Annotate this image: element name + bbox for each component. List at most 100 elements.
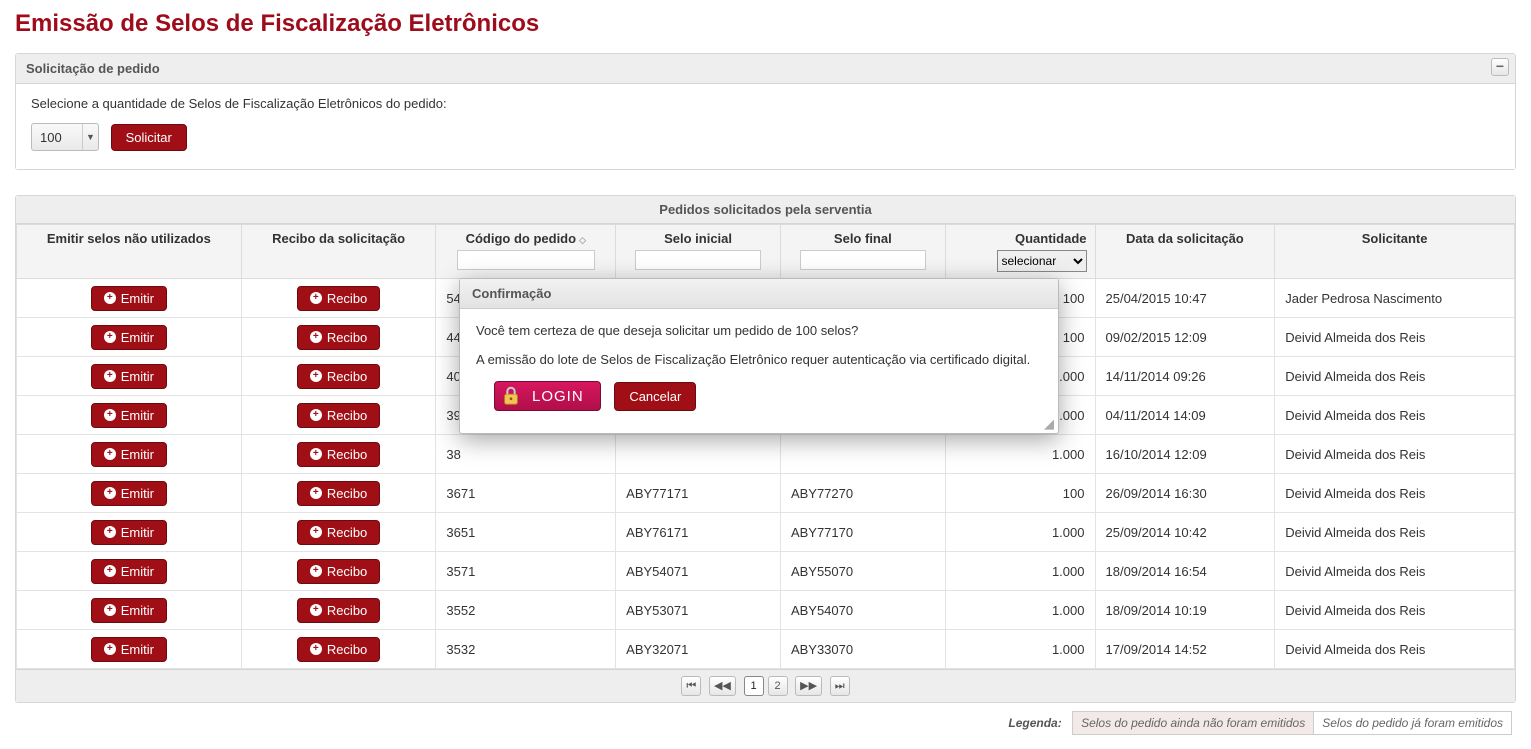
cell-solicitante: Jader Pedrosa Nascimento: [1275, 279, 1515, 318]
page-last-icon[interactable]: ⏭: [830, 676, 850, 696]
cell-codigo: 3532: [436, 630, 616, 669]
cell-data: 25/04/2015 10:47: [1095, 279, 1275, 318]
request-panel-title: Solicitação de pedido: [26, 61, 160, 76]
emitir-label: Emitir: [121, 291, 154, 306]
page-first-icon[interactable]: ⏮: [681, 676, 701, 696]
recibo-button[interactable]: + Recibo: [297, 637, 380, 662]
col-emitir: Emitir selos não utilizados: [17, 225, 242, 279]
cell-codigo: 3571: [436, 552, 616, 591]
login-button[interactable]: LOGIN: [494, 381, 601, 411]
collapse-icon[interactable]: −: [1491, 58, 1509, 76]
quantity-stepper[interactable]: 100 ▼: [31, 123, 99, 151]
legend-done: Selos do pedido já foram emitidos: [1313, 711, 1512, 735]
cell-data: 26/09/2014 16:30: [1095, 474, 1275, 513]
filter-codigo-input[interactable]: [457, 250, 595, 270]
emitir-button[interactable]: +Emitir: [91, 598, 167, 623]
cell-selo-inicial: ABY77171: [616, 474, 781, 513]
cell-data: 09/02/2015 12:09: [1095, 318, 1275, 357]
page-next-icon[interactable]: ▶▶: [795, 676, 822, 696]
emitir-button[interactable]: +Emitir: [91, 442, 167, 467]
col-selo-final: Selo final: [780, 225, 945, 279]
page-prev-icon[interactable]: ◀◀: [709, 676, 736, 696]
cell-codigo: 3651: [436, 513, 616, 552]
recibo-button[interactable]: +Recibo: [297, 442, 380, 467]
paginator: ⏮ ◀◀ 12 ▶▶ ⏭: [16, 669, 1515, 702]
legend-pending: Selos do pedido ainda não foram emitidos: [1072, 711, 1314, 735]
recibo-button[interactable]: +Recibo: [297, 598, 380, 623]
confirm-dialog: Confirmação Você tem certeza de que dese…: [459, 278, 1059, 434]
recibo-button[interactable]: + Recibo: [297, 364, 380, 389]
recibo-label: Recibo: [327, 564, 367, 579]
filter-selo-final-input[interactable]: [800, 250, 926, 270]
cell-data: 16/10/2014 12:09: [1095, 435, 1275, 474]
emitir-button[interactable]: +Emitir: [91, 325, 167, 350]
login-label: LOGIN: [532, 388, 584, 405]
cell-codigo: 38: [436, 435, 616, 474]
emitir-button[interactable]: +Emitir: [91, 520, 167, 545]
cell-selo-inicial: ABY76171: [616, 513, 781, 552]
filter-quantidade-select[interactable]: selecionar: [997, 250, 1087, 272]
plus-icon: +: [310, 448, 322, 460]
dialog-line2: A emissão do lote de Selos de Fiscalizaç…: [476, 352, 1042, 367]
col-data: Data da solicitação: [1095, 225, 1275, 279]
cell-quantidade: 1.000: [945, 435, 1095, 474]
cell-data: 17/09/2014 14:52: [1095, 630, 1275, 669]
legend: Legenda: Selos do pedido ainda não foram…: [15, 703, 1516, 739]
cell-solicitante: Deivid Almeida dos Reis: [1275, 552, 1515, 591]
plus-icon: +: [310, 643, 322, 655]
emitir-button[interactable]: +Emitir: [91, 559, 167, 584]
cell-solicitante: Deivid Almeida dos Reis: [1275, 396, 1515, 435]
cell-data: 18/09/2014 16:54: [1095, 552, 1275, 591]
emitir-button[interactable]: + Emitir: [91, 481, 167, 506]
emitir-label: Emitir: [121, 330, 154, 345]
plus-icon: +: [104, 487, 116, 499]
quantity-value: 100: [32, 130, 82, 145]
filter-selo-inicial-input[interactable]: [635, 250, 761, 270]
cancel-button[interactable]: Cancelar: [614, 382, 696, 411]
request-panel: Solicitação de pedido − Selecione a quan…: [15, 53, 1516, 170]
emitir-label: Emitir: [121, 525, 154, 540]
plus-icon: +: [104, 292, 116, 304]
recibo-label: Recibo: [327, 369, 367, 384]
col-quantidade: Quantidade selecionar: [945, 225, 1095, 279]
plus-icon: +: [310, 370, 322, 382]
dialog-body: Você tem certeza de que deseja solicitar…: [460, 309, 1058, 433]
plus-icon: +: [104, 643, 116, 655]
cell-solicitante: Deivid Almeida dos Reis: [1275, 630, 1515, 669]
page-number-2[interactable]: 2: [768, 676, 788, 696]
col-codigo[interactable]: Código do pedido◇: [436, 225, 616, 279]
cell-selo-final: [780, 435, 945, 474]
recibo-button[interactable]: +Recibo: [297, 520, 380, 545]
emitir-button[interactable]: + Emitir: [91, 286, 167, 311]
plus-icon: +: [310, 604, 322, 616]
recibo-button[interactable]: +Recibo: [297, 481, 380, 506]
recibo-button[interactable]: +Recibo: [297, 286, 380, 311]
recibo-button[interactable]: +Recibo: [297, 325, 380, 350]
emitir-label: Emitir: [121, 369, 154, 384]
emitir-button[interactable]: +Emitir: [91, 403, 167, 428]
page-number-1[interactable]: 1: [744, 676, 764, 696]
table-row: +Emitir+Recibo3671ABY77171ABY7727010026/…: [17, 474, 1515, 513]
col-quantidade-label: Quantidade: [1015, 231, 1087, 246]
plus-icon: +: [310, 526, 322, 538]
cell-data: 18/09/2014 10:19: [1095, 591, 1275, 630]
recibo-label: Recibo: [327, 642, 367, 657]
cell-solicitante: Deivid Almeida dos Reis: [1275, 591, 1515, 630]
emitir-label: Emitir: [121, 486, 154, 501]
col-selo-inicial: Selo inicial: [616, 225, 781, 279]
cell-data: 14/11/2014 09:26: [1095, 357, 1275, 396]
legend-label: Legenda:: [1008, 716, 1061, 730]
cell-selo-final: ABY55070: [780, 552, 945, 591]
emitir-button[interactable]: +Emitir: [91, 637, 167, 662]
request-instruction: Selecione a quantidade de Selos de Fisca…: [31, 96, 1500, 111]
plus-icon: +: [310, 331, 322, 343]
recibo-button[interactable]: +Recibo: [297, 559, 380, 584]
cell-quantidade: 1.000: [945, 513, 1095, 552]
emitir-button[interactable]: +Emitir: [91, 364, 167, 389]
solicitar-button[interactable]: Solicitar: [111, 124, 187, 151]
recibo-button[interactable]: +Recibo: [297, 403, 380, 428]
plus-icon: +: [104, 448, 116, 460]
cell-selo-final: ABY77270: [780, 474, 945, 513]
cell-quantidade: 1.000: [945, 630, 1095, 669]
chevron-down-icon[interactable]: ▼: [82, 124, 98, 150]
